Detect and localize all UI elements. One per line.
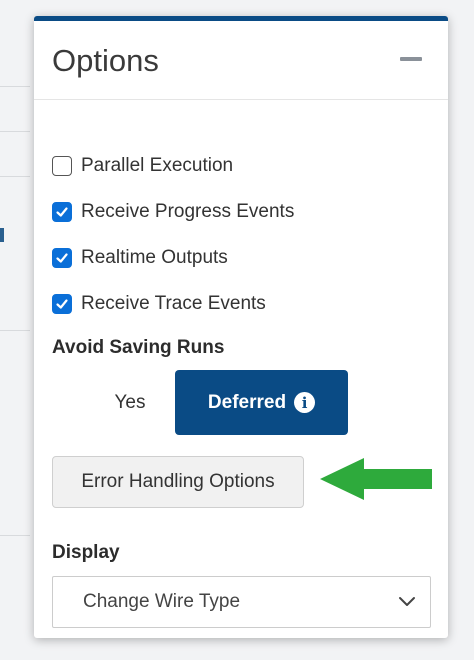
minus-icon <box>400 57 422 61</box>
wire-type-select[interactable]: Change Wire Type <box>52 576 431 628</box>
checkbox-label: Receive Progress Events <box>81 201 295 222</box>
toggle-option-label: Deferred <box>207 391 287 413</box>
checkbox-label: Parallel Execution <box>81 155 234 176</box>
chevron-down-icon <box>399 597 415 606</box>
info-circle-icon[interactable]: i <box>294 392 316 413</box>
checkbox-realtime-outputs[interactable]: Realtime Outputs <box>52 235 294 281</box>
background-accent <box>0 228 4 242</box>
checkbox-icon[interactable] <box>52 156 72 176</box>
toggle-option-deferred[interactable]: Deferred i <box>175 370 348 435</box>
display-label: Display <box>52 542 120 563</box>
checkbox-receive-progress-events[interactable]: Receive Progress Events <box>52 189 294 235</box>
checkbox-parallel-execution[interactable]: Parallel Execution <box>52 143 294 189</box>
checkbox-checked-icon[interactable] <box>52 202 72 222</box>
panel-header: Options <box>34 21 448 100</box>
background-divider <box>0 330 30 331</box>
checkbox-receive-trace-events[interactable]: Receive Trace Events <box>52 281 294 327</box>
collapse-button[interactable] <box>398 49 424 69</box>
options-checklist: Parallel Execution Receive Progress Even… <box>52 143 294 327</box>
background-divider <box>0 131 30 132</box>
checkbox-checked-icon[interactable] <box>52 294 72 314</box>
checkbox-checked-icon[interactable] <box>52 248 72 268</box>
green-arrow-annotation <box>320 458 432 500</box>
background-divider <box>0 176 30 177</box>
checkbox-label: Realtime Outputs <box>81 247 228 268</box>
options-panel: Options Parallel Execution Receive Progr… <box>34 16 448 638</box>
error-handling-options-button[interactable]: Error Handling Options <box>52 456 304 508</box>
background-divider <box>0 535 30 536</box>
toggle-option-yes[interactable]: Yes <box>100 371 160 435</box>
checkbox-label: Receive Trace Events <box>81 293 266 314</box>
select-value: Change Wire Type <box>83 591 241 612</box>
panel-title: Options <box>52 43 159 78</box>
background-divider <box>0 86 30 87</box>
avoid-saving-runs-label: Avoid Saving Runs <box>52 337 225 358</box>
